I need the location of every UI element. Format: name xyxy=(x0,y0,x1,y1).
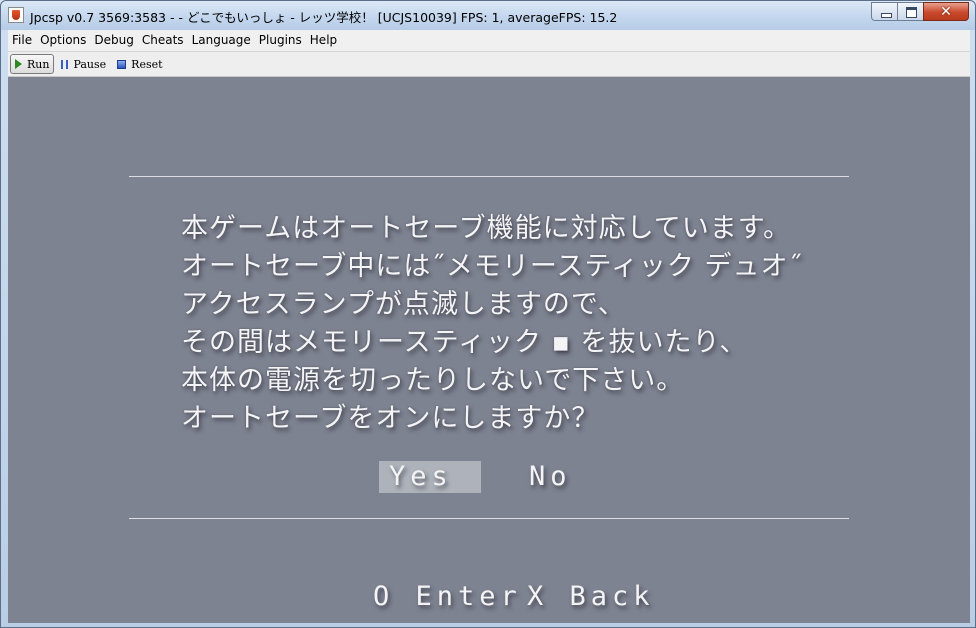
run-label: Run xyxy=(27,57,50,71)
reset-icon xyxy=(117,59,127,69)
pause-icon xyxy=(61,59,69,69)
menu-debug[interactable]: Debug xyxy=(90,30,137,51)
reset-button[interactable]: Reset xyxy=(113,54,166,74)
menu-options[interactable]: Options xyxy=(36,30,90,51)
close-icon: ✕ xyxy=(940,4,952,20)
menu-bar: File Options Debug Cheats Language Plugi… xyxy=(8,30,970,52)
dialog-line: 本体の電源を切ったりしないで下さい。 xyxy=(181,365,685,396)
menu-cheats[interactable]: Cheats xyxy=(138,30,188,51)
emulator-screen[interactable]: 本ゲームはオートセーブ機能に対応しています。 オートセーブ中には˝メモリースティ… xyxy=(8,77,970,623)
dialog-line: オートセーブ中には˝メモリースティック デュオ˝ xyxy=(181,251,803,282)
pause-label: Pause xyxy=(73,57,107,71)
java-app-icon xyxy=(8,7,24,23)
window-controls: ✕ xyxy=(871,2,969,21)
minimize-button[interactable] xyxy=(871,2,898,21)
dialog-divider-top xyxy=(129,176,849,177)
dialog-line: オートセーブをオンにしますか？ xyxy=(181,403,600,434)
menu-help[interactable]: Help xyxy=(306,30,341,51)
dialog-line: アクセスランプが点滅しますので、 xyxy=(181,289,626,320)
title-bar[interactable]: Jpcsp v0.7 3569:3583 - - どこでもいっしょ - レッツ学… xyxy=(1,1,975,30)
back-hint: X Back xyxy=(527,581,655,612)
dialog-line: 本ゲームはオートセーブ機能に対応しています。 xyxy=(181,213,792,244)
run-button[interactable]: Run xyxy=(10,54,55,74)
toolbar: Run Pause Reset xyxy=(8,52,970,77)
dialog-line: その間はメモリースティック ▪ を抜いたり、 xyxy=(181,327,748,358)
menu-language[interactable]: Language xyxy=(188,30,255,51)
pause-button[interactable]: Pause xyxy=(57,54,110,74)
yes-option[interactable]: Yes xyxy=(379,461,481,493)
no-option[interactable]: No xyxy=(527,461,589,493)
reset-label: Reset xyxy=(131,57,163,71)
enter-hint: O Enter xyxy=(373,581,522,612)
window-title: Jpcsp v0.7 3569:3583 - - どこでもいっしょ - レッツ学… xyxy=(30,10,618,25)
close-button[interactable]: ✕ xyxy=(923,2,969,21)
maximize-button[interactable] xyxy=(897,2,924,21)
menu-plugins[interactable]: Plugins xyxy=(255,30,306,51)
play-icon xyxy=(15,59,22,69)
menu-file[interactable]: File xyxy=(8,30,36,51)
dialog-divider-bottom xyxy=(129,518,849,519)
app-window: Jpcsp v0.7 3569:3583 - - どこでもいっしょ - レッツ学… xyxy=(0,0,976,628)
